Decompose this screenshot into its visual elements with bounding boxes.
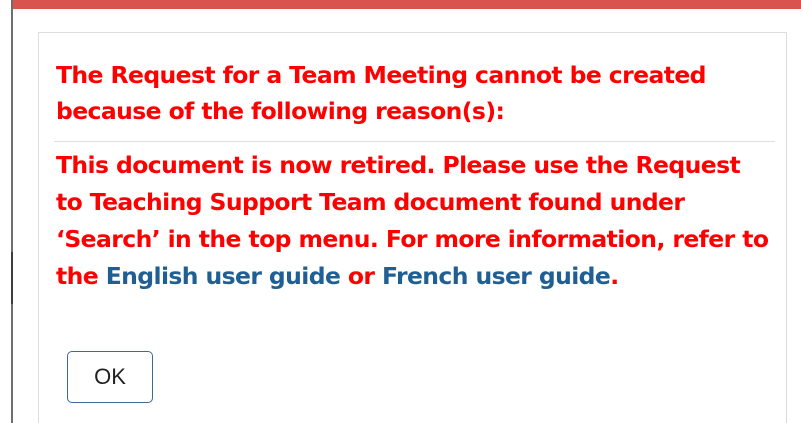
error-heading: The Request for a Team Meeting cannot be… — [56, 61, 707, 125]
left-border-highlight — [11, 252, 13, 304]
english-user-guide-link[interactable]: English user guide — [106, 262, 341, 290]
message-end-punctuation: . — [610, 262, 619, 290]
message-connector: or — [340, 262, 382, 290]
error-message: This document is now retired. Please use… — [56, 147, 771, 295]
top-accent-bar — [12, 0, 801, 9]
page: The Request for a Team Meeting cannot be… — [0, 0, 801, 423]
ok-button[interactable]: OK — [67, 351, 153, 403]
french-user-guide-link[interactable]: French user guide — [382, 262, 611, 290]
error-dialog: The Request for a Team Meeting cannot be… — [38, 32, 787, 423]
left-border-line — [11, 0, 13, 423]
dialog-divider — [54, 141, 775, 142]
